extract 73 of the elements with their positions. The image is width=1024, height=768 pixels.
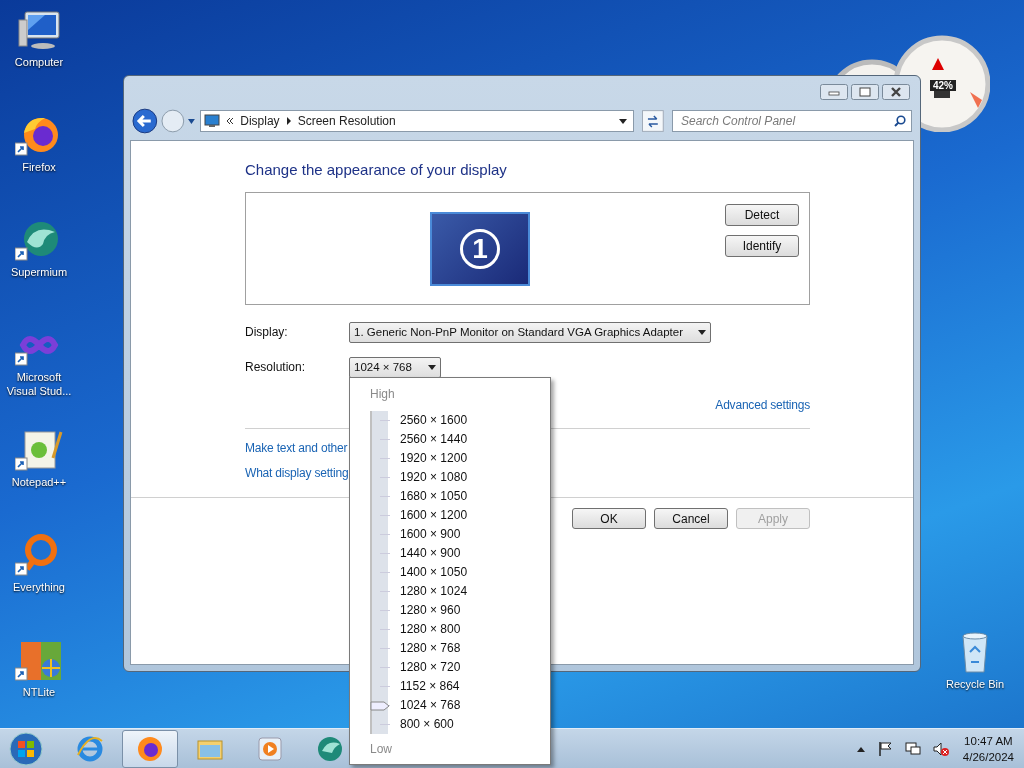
resolution-option[interactable]: 1680 × 1050 — [400, 487, 468, 506]
resolution-option[interactable]: 1024 × 768 — [400, 696, 468, 715]
network-icon[interactable] — [904, 740, 921, 757]
refresh-button[interactable] — [642, 110, 664, 132]
cpu-reading: 42% — [930, 80, 956, 91]
resolution-option[interactable]: 1440 × 900 — [400, 544, 468, 563]
icon-label[interactable]: NTLite — [22, 685, 56, 699]
taskbar-button[interactable] — [122, 729, 178, 768]
resolution-option[interactable]: 2560 × 1600 — [400, 411, 468, 430]
side-button[interactable]: Identify — [725, 235, 799, 257]
help-link[interactable]: Make text and other — [245, 441, 348, 455]
side-button[interactable]: Detect — [725, 204, 799, 226]
slider-end-label: Low — [370, 742, 393, 758]
monitor-number: 1 — [460, 228, 500, 269]
resolution-option[interactable]: 1600 × 900 — [400, 525, 468, 544]
icon-label[interactable]: Computer — [14, 55, 64, 69]
slider-end-label: High — [370, 387, 396, 403]
resolution-option[interactable]: 1280 × 768 — [400, 639, 468, 658]
icon-label[interactable]: Recycle Bin — [945, 677, 1005, 691]
resolution-option[interactable]: 2560 × 1440 — [400, 430, 468, 449]
breadcrumb-item[interactable]: Screen Resolution — [297, 114, 396, 128]
dropdown-caret-icon[interactable] — [619, 118, 628, 124]
resolution-option[interactable]: 1920 × 1200 — [400, 449, 468, 468]
start-button[interactable] — [8, 730, 44, 767]
breadcrumb-item[interactable]: Display — [240, 114, 280, 128]
resolution-option[interactable]: 1152 × 864 — [400, 677, 468, 696]
notepad-icon[interactable] — [15, 428, 63, 472]
flag-icon[interactable] — [876, 740, 893, 757]
resolution-option[interactable]: 800 × 600 — [400, 715, 468, 734]
resolution-option[interactable]: 1600 × 1200 — [400, 506, 468, 525]
field-label: Display: — [245, 325, 289, 339]
icon-label[interactable]: Supermium — [10, 265, 68, 279]
globe-e-icon — [76, 734, 104, 763]
dialog-button[interactable]: OK — [572, 508, 646, 529]
clock-date: 4/26/2024 — [962, 749, 1014, 765]
page-heading: Change the appearance of your display — [245, 161, 508, 180]
monitor-icon — [204, 114, 221, 128]
back-button[interactable] — [132, 108, 158, 134]
close-button[interactable] — [882, 84, 910, 100]
address-bar[interactable]: Display Screen Resolution — [200, 110, 635, 132]
icon-label[interactable]: Notepad++ — [11, 475, 67, 489]
help-link[interactable]: What display setting — [245, 466, 349, 480]
show-hidden-icons-caret[interactable] — [856, 745, 865, 752]
clock-time: 10:47 AM — [963, 733, 1014, 749]
resolution-option[interactable]: 1280 × 800 — [400, 620, 468, 639]
resolution-option[interactable]: 1920 × 1080 — [400, 468, 468, 487]
resolution-option[interactable]: 1280 × 1024 — [400, 582, 468, 601]
icon-label[interactable]: Firefox — [22, 160, 56, 174]
search-field[interactable]: Search Control Panel — [672, 110, 912, 132]
media-player-icon — [256, 734, 284, 763]
resolution-option[interactable]: 1280 × 720 — [400, 658, 468, 677]
dropdown[interactable]: 1. Generic Non-PnP Monitor on Standard VGA Graphics Adapter — [349, 321, 711, 343]
resolution-option[interactable]: 1400 × 1050 — [400, 563, 468, 582]
advanced-settings-link[interactable]: Advanced settings — [715, 398, 810, 414]
dialog-button[interactable]: Cancel — [654, 508, 728, 529]
maximize-button[interactable] — [851, 84, 879, 100]
slider-thumb[interactable] — [370, 700, 390, 711]
icon-label[interactable]: Everything — [13, 580, 65, 594]
resolution-option[interactable]: 1280 × 960 — [400, 601, 468, 620]
dropdown[interactable]: 1024 × 768 — [349, 356, 441, 378]
arrow-icon — [285, 117, 292, 125]
monitor-tile[interactable]: 1 — [430, 211, 530, 286]
browser-icon — [316, 734, 344, 763]
chevron-icon — [226, 117, 235, 125]
clock[interactable]: 10:47 AM 4/26/2024 — [956, 732, 1018, 765]
computer-icon[interactable] — [15, 8, 63, 52]
volume-muted-icon[interactable] — [932, 740, 949, 757]
icon-label[interactable]: Microsoft Visual Stud... — [1, 370, 77, 398]
search-icon — [894, 115, 906, 127]
field-label: Resolution: — [245, 360, 307, 374]
browser-icon — [136, 734, 164, 763]
minimize-button[interactable] — [820, 84, 848, 100]
slider-track[interactable] — [370, 411, 392, 734]
